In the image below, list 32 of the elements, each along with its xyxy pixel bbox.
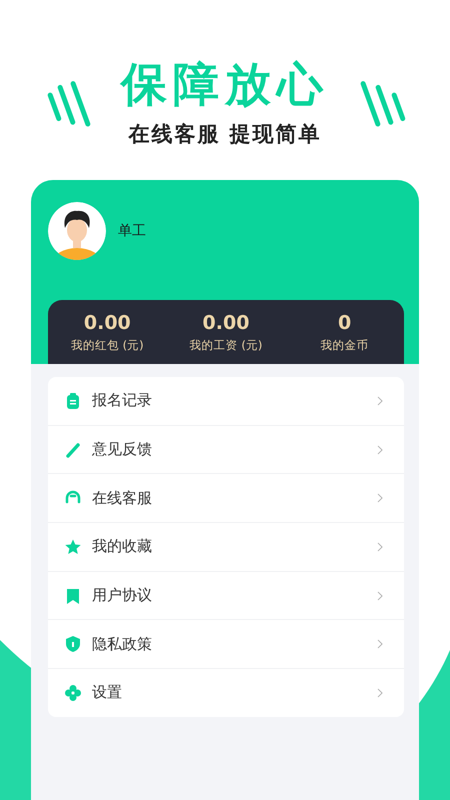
menu-item[interactable]: 意见反馈 — [48, 426, 404, 474]
left-stripes-drawing — [47, 80, 92, 128]
pencil-icon — [64, 440, 82, 459]
menu-item[interactable]: 报名记录 — [48, 377, 404, 426]
stat-value: 0 — [338, 312, 352, 334]
headline: 保障放心 — [121, 56, 329, 112]
shield-icon — [64, 635, 82, 654]
subtitle: 在线客服 提现简单 — [128, 121, 322, 148]
menu-label: 我的收藏 — [92, 537, 153, 556]
star-icon — [64, 538, 82, 556]
menu-label: 在线客服 — [92, 488, 153, 508]
avatar-icon — [48, 202, 106, 260]
menu-label: 报名记录 — [92, 391, 153, 410]
menu-item[interactable]: 用户协议 — [48, 572, 404, 620]
menu-item[interactable]: 设置 — [48, 669, 404, 717]
menu-label: 设置 — [92, 683, 123, 702]
menu-item[interactable]: 在线客服 — [48, 474, 404, 524]
bookmark-icon — [64, 586, 82, 605]
menu-label: 意见反馈 — [92, 440, 153, 460]
clipboard-icon — [64, 392, 82, 410]
menu-item[interactable]: 我的收藏 — [48, 523, 404, 572]
menu-item[interactable]: 隐私政策 — [48, 620, 404, 670]
stat-value: 0.00 — [202, 312, 250, 334]
menu-label: 用户协议 — [92, 586, 153, 606]
stat-label: 我的红包 (元) — [71, 338, 144, 352]
menu-label: 隐私政策 — [92, 634, 153, 654]
stat-value: 0.00 — [84, 312, 131, 334]
stat-label: 我的工资 (元) — [190, 338, 262, 352]
flower-icon — [64, 684, 82, 702]
right-stripes-drawing — [360, 80, 406, 128]
user-name: 单工 — [118, 222, 146, 240]
stat-label: 我的金币 — [320, 338, 369, 352]
